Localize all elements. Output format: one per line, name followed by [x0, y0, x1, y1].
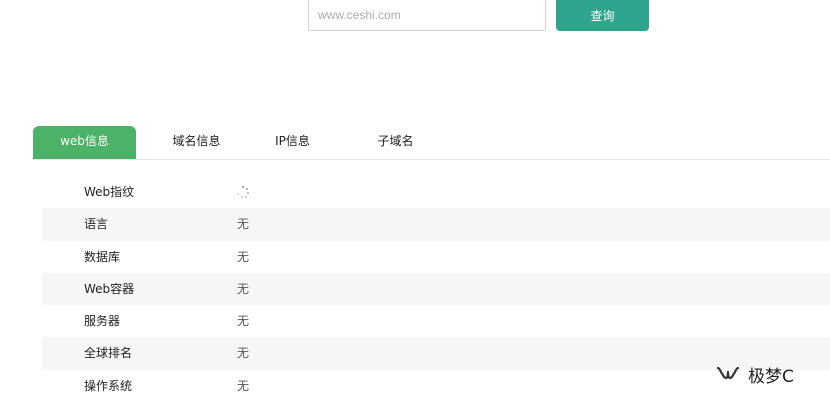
web-info-table: Web指纹 语言 无 数据库 无 Web容器 无 服务器 无 全球排名 无 操作… [42, 176, 830, 402]
row-label: Web指纹 [84, 185, 135, 199]
table-row: Web容器 无 [42, 272, 830, 306]
table-row: 语言 无 [42, 208, 830, 241]
watermark-text: 极梦C [748, 366, 794, 387]
search-input[interactable] [308, 0, 546, 31]
wechat-channel-icon [716, 366, 740, 380]
row-value: 无 [237, 217, 250, 232]
row-value: 无 [237, 346, 250, 361]
tab-web-info[interactable]: web信息 [33, 126, 136, 159]
table-row: 操作系统 无 [42, 370, 830, 402]
tab-subdomain[interactable]: 子域名 [344, 126, 447, 159]
row-value: 无 [237, 281, 250, 296]
table-row: 数据库 无 [42, 241, 830, 273]
tab-ip-info[interactable]: IP信息 [241, 126, 344, 159]
row-value: 无 [237, 249, 250, 264]
watermark: 极梦C [714, 360, 794, 388]
table-row: 全球排名 无 [42, 337, 830, 370]
row-label: 操作系统 [84, 378, 133, 393]
row-value: 无 [237, 314, 250, 329]
row-label: 服务器 [84, 314, 121, 329]
tab-domain-info[interactable]: 域名信息 [145, 126, 248, 159]
table-row: 服务器 无 [42, 305, 830, 337]
query-button[interactable]: 查询 [556, 0, 649, 31]
row-label: 语言 [84, 217, 109, 232]
row-label: 数据库 [84, 249, 121, 264]
tab-bar: web信息 域名信息 IP信息 子域名 [33, 126, 830, 160]
loading-spinner-icon [237, 186, 249, 198]
row-label: 全球排名 [84, 346, 133, 361]
row-value: 无 [237, 378, 250, 393]
row-label: Web容器 [84, 281, 135, 296]
table-row: Web指纹 [42, 176, 830, 208]
